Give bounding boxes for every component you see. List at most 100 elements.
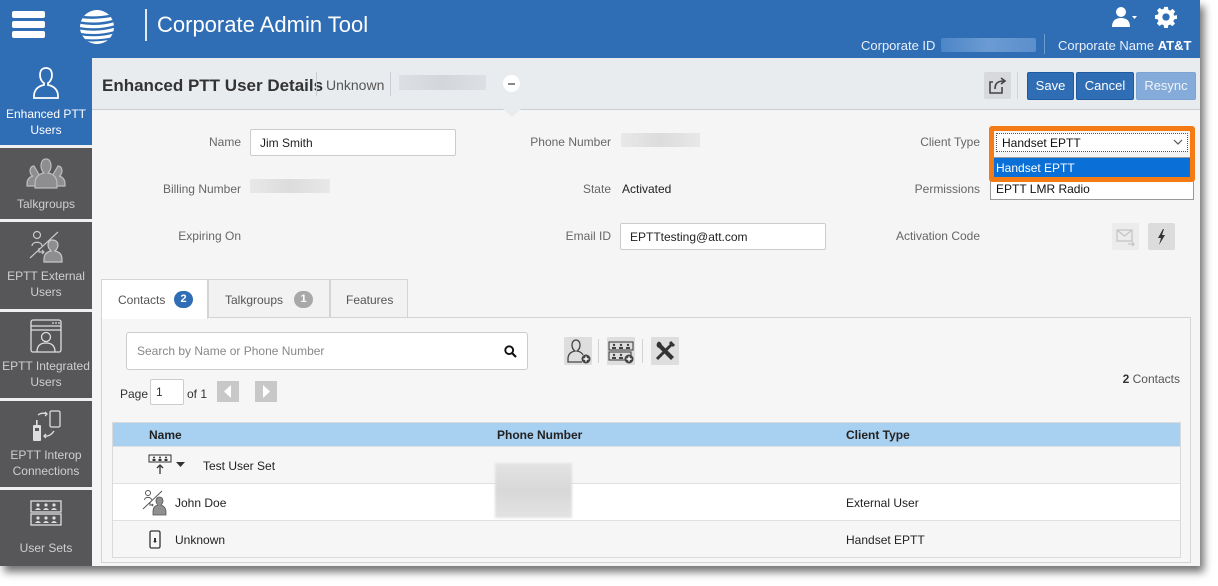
tab-contacts[interactable]: Contacts 2: [101, 279, 208, 319]
phone-number-label: Phone Number: [530, 135, 611, 149]
toolbar-divider: [642, 339, 643, 363]
sidebar-item-eptt-interop-connections[interactable]: EPTT Interop Connections: [0, 401, 92, 490]
title-divider: [145, 9, 147, 41]
contact-client-type: External User: [846, 496, 919, 510]
sidebar-item-talkgroups[interactable]: Talkgroups: [0, 148, 92, 222]
chevron-right-icon: [263, 385, 270, 398]
talkgroup-icon: [26, 158, 66, 189]
lightning-icon: [1158, 229, 1165, 245]
top-bar: Corporate Admin Tool Corporate ID Corpor…: [0, 0, 1200, 58]
details-header: Enhanced PTT User Details Unknown Save C…: [92, 58, 1200, 117]
permissions-label: Permissions: [914, 182, 980, 196]
collapse-caret: [503, 109, 521, 117]
expiring-on-label: Expiring On: [178, 229, 241, 243]
previous-page-button[interactable]: [217, 381, 239, 402]
table-row[interactable]: Unknown Handset EPTT: [113, 520, 1180, 557]
talkgroups-count-badge: 1: [294, 291, 313, 308]
contacts-count-label: Contacts: [1129, 372, 1180, 386]
add-user-set-icon: [608, 341, 634, 364]
tab-features[interactable]: Features: [330, 279, 408, 318]
corporate-name: Corporate Name AT&T: [1058, 38, 1191, 53]
page-number-input[interactable]: [150, 379, 184, 405]
client-type-label: Client Type: [920, 135, 980, 149]
phone-numbers-redacted: [495, 463, 572, 518]
sidebar-item-label: EPTT Integrated Users: [2, 359, 90, 389]
search-input[interactable]: [127, 333, 497, 369]
interop-icon: [33, 410, 61, 441]
page-label: Page: [120, 387, 149, 401]
sidebar-item-user-sets[interactable]: User Sets: [0, 490, 92, 566]
tab-label: Features: [346, 293, 394, 307]
page-total: of 1: [187, 387, 208, 401]
user-menu-icon[interactable]: [1112, 6, 1138, 28]
email-input[interactable]: [620, 223, 826, 250]
external-user-icon: [29, 230, 63, 263]
integrated-user-icon: [30, 319, 62, 353]
header-divider: [390, 72, 391, 96]
table-row[interactable]: John Doe External User: [113, 483, 1180, 520]
sidebar-item-enhanced-ptt-users[interactable]: Enhanced PTT Users: [0, 58, 92, 148]
export-button[interactable]: [984, 72, 1011, 99]
tab-talkgroups[interactable]: Talkgroups 1: [208, 279, 330, 318]
user-status: Unknown: [326, 77, 385, 93]
email-send-icon: [1116, 229, 1135, 247]
gear-icon[interactable]: [1155, 6, 1177, 28]
header-divider: [1044, 34, 1045, 54]
menu-icon[interactable]: [12, 11, 45, 39]
name-label: Name: [208, 135, 241, 149]
chevron-left-icon: [224, 385, 231, 398]
corporate-name-label: Corporate Name: [1058, 38, 1155, 53]
column-header-name[interactable]: Name: [149, 428, 182, 442]
sidebar-item-label: EPTT External Users: [7, 269, 85, 299]
send-activation-email-button[interactable]: [1112, 223, 1139, 250]
contacts-count: 2 Contacts: [1123, 372, 1180, 386]
handset-icon: [149, 530, 161, 549]
column-header-phone[interactable]: Phone Number: [497, 428, 582, 442]
name-input[interactable]: [250, 129, 456, 156]
sidebar: Enhanced PTT Users Talkgroups EPTT Exter…: [0, 58, 92, 566]
header-divider: [316, 72, 317, 96]
collapse-button[interactable]: [503, 75, 520, 92]
cancel-button[interactable]: Cancel: [1076, 72, 1134, 100]
external-user-icon: [142, 490, 167, 516]
header-divider: [1017, 72, 1018, 99]
resync-button[interactable]: Resync: [1136, 72, 1196, 100]
next-page-button[interactable]: [255, 381, 277, 402]
att-logo[interactable]: [78, 8, 116, 46]
tab-label: Talkgroups: [225, 293, 284, 307]
generate-activation-code-button[interactable]: [1148, 223, 1175, 250]
client-type-option[interactable]: EPTT LMR Radio: [991, 179, 1193, 200]
caret-down-icon[interactable]: [176, 462, 185, 468]
add-user-set-button[interactable]: [607, 337, 635, 365]
tab-label: Contacts: [118, 293, 166, 307]
activation-code-label: Activation Code: [895, 229, 980, 243]
table-row[interactable]: Test User Set: [113, 446, 1180, 483]
corporate-id-value-redacted: [941, 38, 1036, 52]
chevron-down-icon: [1173, 139, 1183, 145]
toolbar-divider: [598, 339, 599, 363]
tools-icon: [655, 340, 676, 361]
contacts-count-badge: 2: [174, 291, 193, 308]
add-contact-button[interactable]: [564, 337, 592, 365]
app-title: Corporate Admin Tool: [157, 12, 369, 37]
tools-button[interactable]: [651, 337, 679, 365]
sidebar-item-eptt-external-users[interactable]: EPTT External Users: [0, 222, 92, 312]
client-type-select[interactable]: Handset EPTT: [996, 133, 1188, 152]
sidebar-item-label: Talkgroups: [16, 197, 76, 211]
client-type-dropdown: Handset EPTT EPTT LMR Radio: [990, 157, 1194, 200]
sidebar-item-eptt-integrated-users[interactable]: EPTT Integrated Users: [0, 312, 92, 401]
sidebar-item-label: EPTT Interop Connections: [10, 448, 82, 478]
client-type-option[interactable]: Handset EPTT: [991, 158, 1193, 179]
billing-number-redacted: [250, 179, 330, 193]
user-icon: [33, 67, 59, 99]
billing-number-label: Billing Number: [162, 182, 241, 196]
column-header-client-type[interactable]: Client Type: [846, 428, 910, 442]
contact-name: Test User Set: [203, 459, 276, 473]
add-user-icon: [567, 339, 591, 364]
search-icon[interactable]: [504, 345, 517, 358]
client-type-selected-value: Handset EPTT: [1002, 136, 1081, 150]
phone-number-redacted: [621, 133, 700, 147]
corporate-id-label: Corporate ID: [861, 38, 936, 53]
save-button[interactable]: Save: [1027, 72, 1074, 100]
state-value: Activated: [622, 182, 672, 196]
